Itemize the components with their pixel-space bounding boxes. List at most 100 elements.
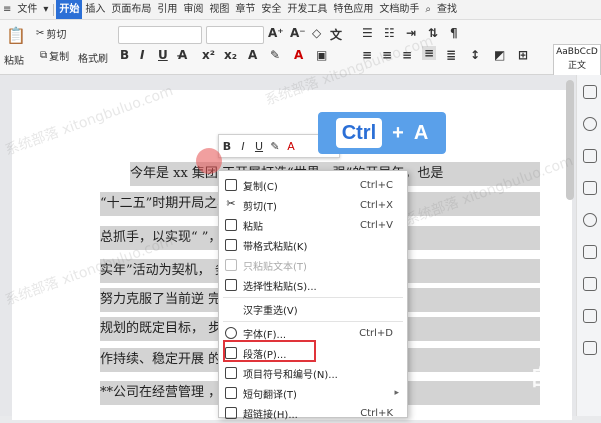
menu-item-label: 汉字重选(V) [243, 305, 298, 317]
border-icon[interactable]: ⊞ [518, 48, 528, 62]
font-color-icon[interactable]: A [294, 48, 303, 62]
tab-review[interactable]: 审阅 [180, 0, 206, 19]
subscript-button[interactable]: x₂ [224, 48, 237, 62]
menu-item-paste[interactable]: 粘贴 Ctrl+V [219, 215, 407, 235]
menu-icon[interactable]: ≡ [0, 0, 14, 19]
sort-icon[interactable]: ⇅ [428, 26, 438, 40]
search-box[interactable]: 查找 [434, 0, 460, 19]
decrease-font-icon[interactable]: A⁻ [290, 26, 306, 40]
highlight-icon[interactable]: ✎ [270, 48, 280, 62]
mini-highlight-icon[interactable]: ✎ [267, 140, 283, 153]
bullets-icon[interactable]: ☰ [362, 26, 373, 40]
menu-item-label: 粘贴 [243, 221, 263, 233]
bold-button[interactable]: B [120, 48, 129, 62]
sidebar-link-icon[interactable] [583, 309, 597, 323]
line-spacing-icon[interactable]: ↕ [470, 48, 480, 62]
copy-button[interactable]: ⧉ 复制 [40, 48, 69, 63]
indent-icon[interactable]: ⇥ [406, 26, 416, 40]
tab-home[interactable]: 开始 [56, 0, 83, 19]
tab-insert[interactable]: 插入 [82, 0, 108, 19]
font-size-select[interactable] [206, 26, 264, 44]
tab-page-layout[interactable]: 页面布局 [108, 0, 154, 19]
menu-item-label: 短句翻译(T) [243, 389, 297, 401]
mini-italic-button[interactable]: I [235, 140, 251, 153]
chevron-down-icon[interactable]: ▾ [40, 0, 51, 19]
menu-item-label: 带格式粘贴(K) [243, 241, 308, 253]
style-name: 正文 [567, 61, 586, 71]
list-icon [225, 367, 237, 379]
paste-button[interactable]: 粘贴 [4, 52, 24, 67]
copy-icon: ⧉ [40, 50, 48, 61]
menu-bar: ≡ 文件 ▾ 开始 插入 页面布局 引用 审阅 视图 章节 安全 开发工具 特色… [0, 0, 601, 20]
tab-features[interactable]: 特色应用 [330, 0, 376, 19]
menu-item-label: 字体(F)... [243, 329, 287, 341]
sidebar-property-icon[interactable] [583, 181, 597, 195]
cut-label: 剪切 [46, 30, 67, 41]
style-preview: AaBbCcD [556, 47, 598, 57]
align-left-icon[interactable]: ≡ [362, 48, 372, 62]
phonetic-icon[interactable]: 文 [330, 26, 342, 43]
italic-button[interactable]: I [140, 48, 144, 62]
align-center-icon[interactable]: ≡ [382, 48, 392, 62]
format-painter-button[interactable]: 格式刷 [78, 50, 108, 65]
mini-bold-button[interactable]: B [219, 140, 235, 153]
tab-view[interactable]: 视图 [206, 0, 232, 19]
text-effect-icon[interactable]: A [248, 48, 257, 62]
sidebar-help-icon[interactable] [583, 277, 597, 291]
scrollbar[interactable] [566, 80, 574, 200]
menu-item-label: 项目符号和编号(N)... [243, 369, 338, 381]
sidebar-backup-icon[interactable] [583, 213, 597, 227]
clear-format-icon[interactable]: ◇ [312, 26, 321, 40]
char-shading-icon[interactable]: ▣ [316, 48, 327, 62]
sidebar-style-icon[interactable] [583, 85, 597, 99]
menu-item-cut[interactable]: ✂ 剪切(T) Ctrl+X [219, 195, 407, 215]
ribbon-toolbar: 📋 粘贴 ✂ 剪切 ⧉ 复制 格式刷 A⁺ A⁻ ◇ 文 B I U A̶ x²… [0, 20, 601, 80]
menu-divider [223, 321, 403, 322]
paste-icon[interactable]: 📋 [6, 26, 26, 45]
menu-divider [223, 297, 403, 298]
menu-item-paste-text[interactable]: 只粘贴文本(T) [219, 255, 407, 275]
sidebar-select-icon[interactable] [583, 117, 597, 131]
shading-icon[interactable]: ◩ [494, 48, 505, 62]
a-key: A [413, 121, 429, 144]
distributed-icon[interactable]: ≣ [446, 48, 456, 62]
right-sidebar [576, 75, 601, 416]
menu-item-copy[interactable]: 复制(C) Ctrl+C [219, 175, 407, 195]
underline-button[interactable]: U [158, 48, 168, 62]
tab-developer[interactable]: 开发工具 [284, 0, 330, 19]
paste-text-icon [225, 259, 237, 271]
mini-font-color-button[interactable]: A [283, 140, 299, 153]
justify-icon[interactable]: ≡ [422, 46, 437, 60]
increase-font-icon[interactable]: A⁺ [268, 26, 284, 40]
file-menu[interactable]: 文件 [14, 0, 40, 19]
numbering-icon[interactable]: ☷ [384, 26, 395, 40]
copy-icon [225, 179, 237, 191]
strikethrough-button[interactable]: A̶ [178, 48, 187, 62]
sidebar-share-icon[interactable] [583, 245, 597, 259]
align-right-icon[interactable]: ≡ [402, 48, 412, 62]
separator [53, 3, 55, 16]
menu-item-paste-special[interactable]: 选择性粘贴(S)... [219, 275, 407, 295]
menu-item-reselect[interactable]: 汉字重选(V) [219, 299, 407, 319]
menu-item-translate[interactable]: 短句翻译(T) ▸ [219, 383, 407, 403]
sidebar-edit-icon[interactable] [583, 341, 597, 355]
mini-underline-button[interactable]: U [251, 140, 267, 153]
menu-item-label: 只粘贴文本(T) [243, 261, 307, 273]
menu-item-label: 复制(C) [243, 181, 278, 193]
menu-item-shortcut: Ctrl+C [359, 179, 393, 191]
cut-button[interactable]: ✂ 剪切 [36, 26, 66, 41]
paste-special-icon [225, 279, 237, 291]
link-icon [225, 407, 237, 419]
menu-item-bullets[interactable]: 项目符号和编号(N)... [219, 363, 407, 383]
menu-item-hyperlink[interactable]: 超链接(H)... Ctrl+K [219, 403, 407, 423]
menu-item-paste-format[interactable]: 带格式粘贴(K) [219, 235, 407, 255]
font-name-select[interactable] [118, 26, 202, 44]
superscript-button[interactable]: x² [202, 48, 215, 62]
tab-section[interactable]: 章节 [232, 0, 258, 19]
search-icon[interactable]: ⌕ [422, 0, 434, 19]
tab-security[interactable]: 安全 [258, 0, 284, 19]
sidebar-shape-icon[interactable] [583, 149, 597, 163]
tab-references[interactable]: 引用 [154, 0, 180, 19]
show-marks-icon[interactable]: ¶ [450, 26, 458, 40]
tab-doc-assistant[interactable]: 文档助手 [376, 0, 422, 19]
